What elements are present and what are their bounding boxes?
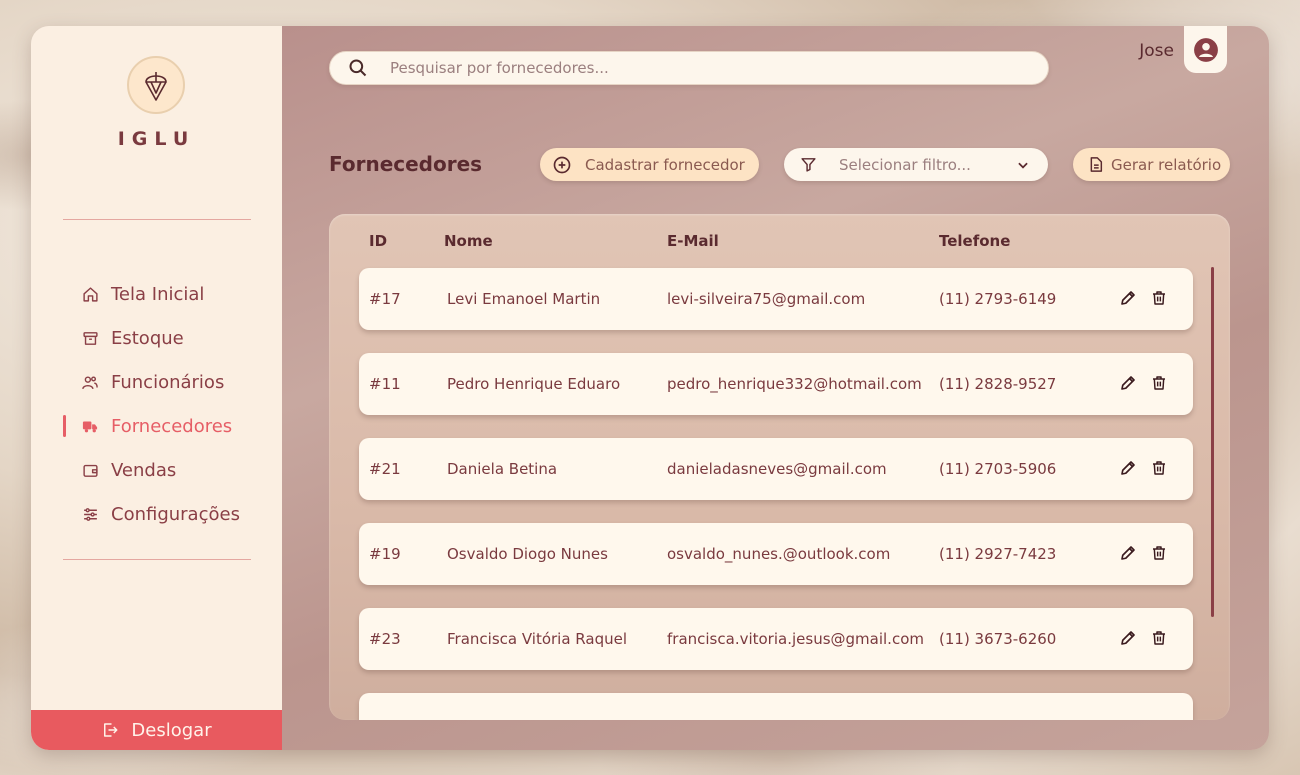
cell-name: Daniela Betina (447, 460, 558, 478)
archive-icon (81, 329, 99, 347)
trash-icon[interactable] (1151, 459, 1167, 477)
logo (127, 56, 185, 114)
cell-id: #21 (369, 460, 401, 478)
edit-icon[interactable] (1119, 374, 1137, 392)
plus-circle-icon (552, 155, 572, 175)
table-row: #17 Levi Emanoel Martin levi-silveira75@… (359, 268, 1193, 330)
cell-email: francisca.vitoria.jesus@gmail.com (667, 630, 924, 648)
cell-phone: (11) 2828-9527 (939, 375, 1057, 393)
column-header-phone: Telefone (939, 232, 1011, 250)
file-icon (1088, 156, 1104, 173)
cell-email: danieladasneves@gmail.com (667, 460, 887, 478)
cell-id: #17 (369, 290, 401, 308)
trash-icon[interactable] (1151, 289, 1167, 307)
brand-name: IGLU (117, 128, 196, 150)
chevron-down-icon (1016, 158, 1030, 172)
sidebar-item-label: Vendas (111, 459, 177, 481)
filter-select[interactable]: Selecionar filtro... (784, 148, 1048, 181)
row-actions (1119, 374, 1167, 392)
user-menu: Jose (1139, 26, 1227, 73)
generate-report-label: Gerar relatório (1111, 155, 1222, 174)
sidebar-item-label: Configurações (111, 503, 240, 525)
logout-button[interactable]: Deslogar (31, 710, 282, 750)
table-row: #23 Francisca Vitória Raquel francisca.v… (359, 608, 1193, 670)
edit-icon[interactable] (1119, 289, 1137, 307)
sidebar-item-estoque[interactable]: Estoque (63, 316, 273, 360)
main-content: Jose Fornecedores Cadastrar fornecedor S… (282, 26, 1269, 750)
cell-phone: (11) 2703-5906 (939, 460, 1057, 478)
cell-id: #19 (369, 545, 401, 563)
table-scrollbar[interactable] (1211, 267, 1214, 617)
trash-icon[interactable] (1151, 544, 1167, 562)
app-window: IGLU Tela Inicial Estoque Funcionários F… (31, 26, 1269, 750)
cell-name: Levi Emanoel Martin (447, 290, 601, 308)
sidebar-item-configuracoes[interactable]: Configurações (63, 492, 273, 536)
truck-icon (81, 417, 99, 435)
cell-phone: (11) 2793-6149 (939, 290, 1057, 308)
cell-id: #11 (369, 375, 401, 393)
column-header-id: ID (369, 232, 388, 250)
column-header-name: Nome (444, 232, 493, 250)
sidebar-item-label: Funcionários (111, 371, 225, 393)
cell-name: Osvaldo Diogo Nunes (447, 545, 608, 563)
row-actions (1119, 544, 1167, 562)
sidebar-item-funcionarios[interactable]: Funcionários (63, 360, 273, 404)
cell-name: Francisca Vitória Raquel (447, 630, 627, 648)
sidebar-item-label: Estoque (111, 327, 184, 349)
sliders-icon (81, 505, 99, 523)
cell-phone: (11) 3673-6260 (939, 630, 1057, 648)
row-actions (1119, 459, 1167, 477)
sidebar-item-label: Fornecedores (111, 415, 233, 437)
filter-icon (800, 156, 817, 173)
cell-id: #23 (369, 630, 401, 648)
page-title: Fornecedores (329, 152, 483, 176)
cell-email: osvaldo_nunes.@outlook.com (667, 545, 891, 563)
table-row: #19 Osvaldo Diogo Nunes osvaldo_nunes.@o… (359, 523, 1193, 585)
trash-icon[interactable] (1151, 629, 1167, 647)
add-supplier-button[interactable]: Cadastrar fornecedor (540, 148, 759, 181)
search-icon[interactable] (348, 58, 368, 78)
trash-icon[interactable] (1151, 374, 1167, 392)
suppliers-table: ID Nome E-Mail Telefone #17 Levi Emanoel… (329, 214, 1230, 720)
users-icon (81, 373, 99, 391)
sidebar-nav: Tela Inicial Estoque Funcionários Fornec… (63, 272, 273, 536)
sidebar-item-vendas[interactable]: Vendas (63, 448, 273, 492)
sidebar: IGLU Tela Inicial Estoque Funcionários F… (31, 26, 282, 750)
avatar[interactable] (1184, 26, 1227, 73)
column-header-email: E-Mail (667, 232, 719, 250)
user-name: Jose (1139, 41, 1174, 61)
user-icon (1193, 37, 1218, 62)
cell-phone: (11) 2927-7423 (939, 545, 1057, 563)
edit-icon[interactable] (1119, 629, 1137, 647)
table-row: #11 Pedro Henrique Eduaro pedro_henrique… (359, 353, 1193, 415)
edit-icon[interactable] (1119, 459, 1137, 477)
cell-email: levi-silveira75@gmail.com (667, 290, 866, 308)
cell-email: pedro_henrique332@hotmail.com (667, 375, 922, 393)
table-row: #21 Daniela Betina danieladasneves@gmail… (359, 438, 1193, 500)
generate-report-button[interactable]: Gerar relatório (1073, 148, 1230, 181)
logout-label: Deslogar (131, 719, 212, 741)
edit-icon[interactable] (1119, 544, 1137, 562)
sidebar-item-fornecedores[interactable]: Fornecedores (63, 404, 273, 448)
ice-cream-icon (145, 72, 167, 101)
logout-icon (101, 721, 119, 739)
add-supplier-label: Cadastrar fornecedor (585, 155, 745, 174)
table-header: ID Nome E-Mail Telefone (329, 232, 1230, 252)
divider-top (63, 219, 251, 220)
sidebar-item-label: Tela Inicial (111, 283, 205, 305)
search-input[interactable] (390, 59, 990, 77)
wallet-icon (81, 461, 99, 479)
search-bar (329, 51, 1049, 85)
divider-bottom (63, 559, 251, 560)
row-actions (1119, 629, 1167, 647)
table-row-partial (359, 693, 1193, 720)
home-icon (81, 285, 99, 303)
filter-placeholder: Selecionar filtro... (839, 155, 971, 174)
sidebar-item-tela-inicial[interactable]: Tela Inicial (63, 272, 273, 316)
row-actions (1119, 289, 1167, 307)
cell-name: Pedro Henrique Eduaro (447, 375, 621, 393)
